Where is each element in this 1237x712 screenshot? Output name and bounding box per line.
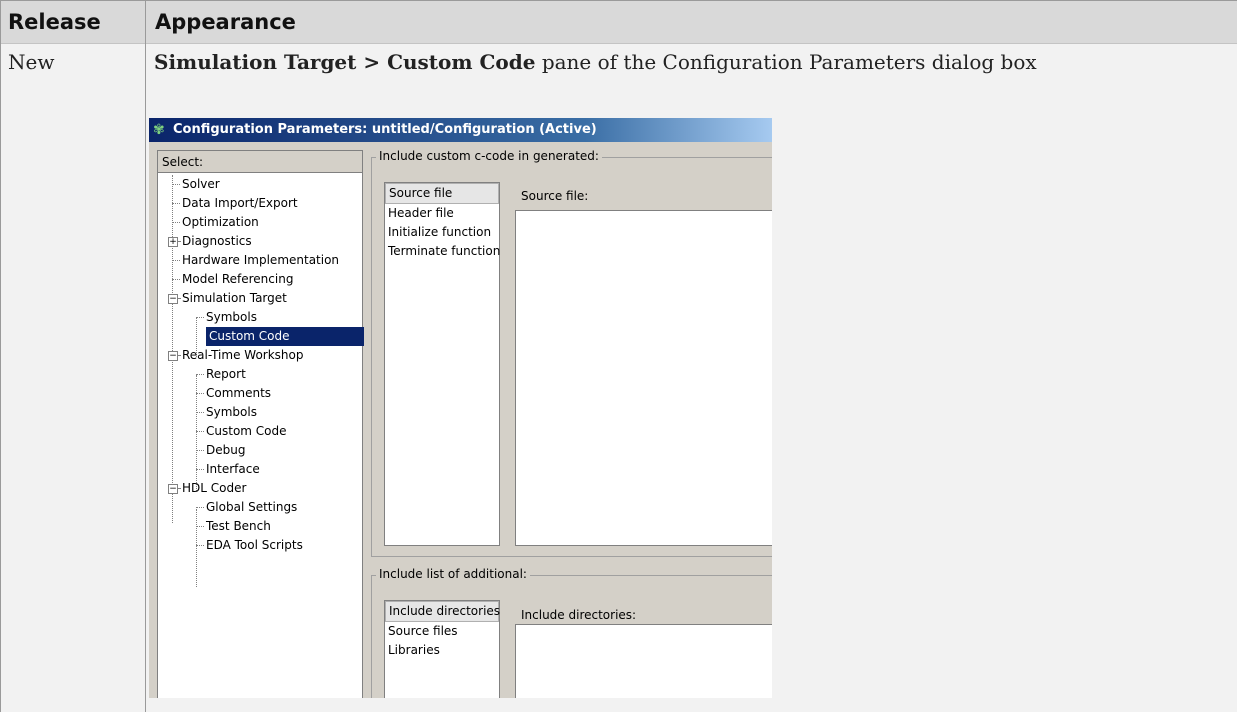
tree-item-report[interactable]: Report — [196, 365, 246, 384]
tree-item-hardware-implementation[interactable]: Hardware Implementation — [172, 251, 339, 270]
list-item-header-file[interactable]: Header file — [385, 204, 499, 223]
list-item-initialize-function[interactable]: Initialize function — [385, 223, 499, 242]
header-release: Release — [8, 10, 101, 34]
description-bold: Simulation Target > Custom Code — [154, 50, 536, 74]
collapse-icon[interactable]: − — [168, 294, 178, 304]
source-file-textarea[interactable] — [515, 210, 772, 546]
tree-item-diagnostics[interactable]: Diagnostics — [178, 232, 252, 251]
tree-item-rtw-symbols[interactable]: Symbols — [196, 403, 257, 422]
app-icon: ✾ — [153, 122, 165, 138]
configuration-parameters-dialog: ✾ Configuration Parameters: untitled/Con… — [149, 118, 772, 698]
tree-item-rtw-custom-code[interactable]: Custom Code — [196, 422, 287, 441]
tree-item-test-bench[interactable]: Test Bench — [196, 517, 271, 536]
tree-item-eda-tool-scripts[interactable]: EDA Tool Scripts — [196, 536, 303, 555]
include-directories-label: Include directories: — [521, 608, 637, 622]
table-border-left — [0, 0, 1, 712]
source-file-label: Source file: — [521, 189, 589, 203]
tree-item-real-time-workshop[interactable]: Real-Time Workshop — [178, 346, 303, 365]
description-rest: pane of the Configuration Parameters dia… — [535, 50, 1037, 74]
include-directories-textarea[interactable] — [515, 624, 772, 698]
list-item-terminate-function[interactable]: Terminate function — [385, 242, 500, 261]
list-item-source-files[interactable]: Source files — [385, 622, 499, 641]
tree-item-sim-custom-code[interactable]: Custom Code — [206, 327, 364, 346]
tree-item-comments[interactable]: Comments — [196, 384, 271, 403]
appearance-description: Simulation Target > Custom Code pane of … — [154, 50, 1037, 74]
column-divider — [145, 0, 146, 712]
table-header: Release Appearance — [0, 0, 1237, 44]
additional-list: Include directories Source files Librari… — [384, 600, 500, 698]
list-item-source-file[interactable]: Source file — [385, 183, 499, 204]
tree-item-model-referencing[interactable]: Model Referencing — [172, 270, 293, 289]
release-table: Release Appearance New Simulation Target… — [0, 0, 1237, 712]
additional-group-label: Include list of additional: — [376, 567, 530, 581]
list-item-libraries[interactable]: Libraries — [385, 641, 499, 660]
custom-code-group-label: Include custom c-code in generated: — [376, 149, 602, 163]
dialog-titlebar[interactable]: ✾ Configuration Parameters: untitled/Con… — [149, 118, 772, 142]
dialog-title: Configuration Parameters: untitled/Confi… — [173, 122, 597, 137]
tree-item-interface[interactable]: Interface — [196, 460, 260, 479]
collapse-icon[interactable]: − — [168, 484, 178, 494]
tree-item-debug[interactable]: Debug — [196, 441, 245, 460]
select-tree-panel: Select: Solver Data Import/Export Optimi… — [157, 150, 364, 698]
tree-item-optimization[interactable]: Optimization — [172, 213, 259, 232]
tree-item-data-import-export[interactable]: Data Import/Export — [172, 194, 298, 213]
tree-item-global-settings[interactable]: Global Settings — [196, 498, 297, 517]
list-item-include-directories[interactable]: Include directories — [385, 601, 500, 622]
tree-item-solver[interactable]: Solver — [172, 175, 220, 194]
tree-item-sim-symbols[interactable]: Symbols — [196, 308, 257, 327]
header-appearance: Appearance — [155, 10, 296, 34]
collapse-icon[interactable]: − — [168, 351, 178, 361]
table-border-top — [0, 0, 1237, 1]
select-header: Select: — [158, 151, 362, 173]
release-cell: New — [8, 50, 55, 74]
expand-icon[interactable]: + — [168, 237, 178, 247]
tree-item-simulation-target[interactable]: Simulation Target — [178, 289, 287, 308]
tree-item-hdl-coder[interactable]: HDL Coder — [178, 479, 246, 498]
custom-code-list: Source file Header file Initialize funct… — [384, 182, 500, 546]
